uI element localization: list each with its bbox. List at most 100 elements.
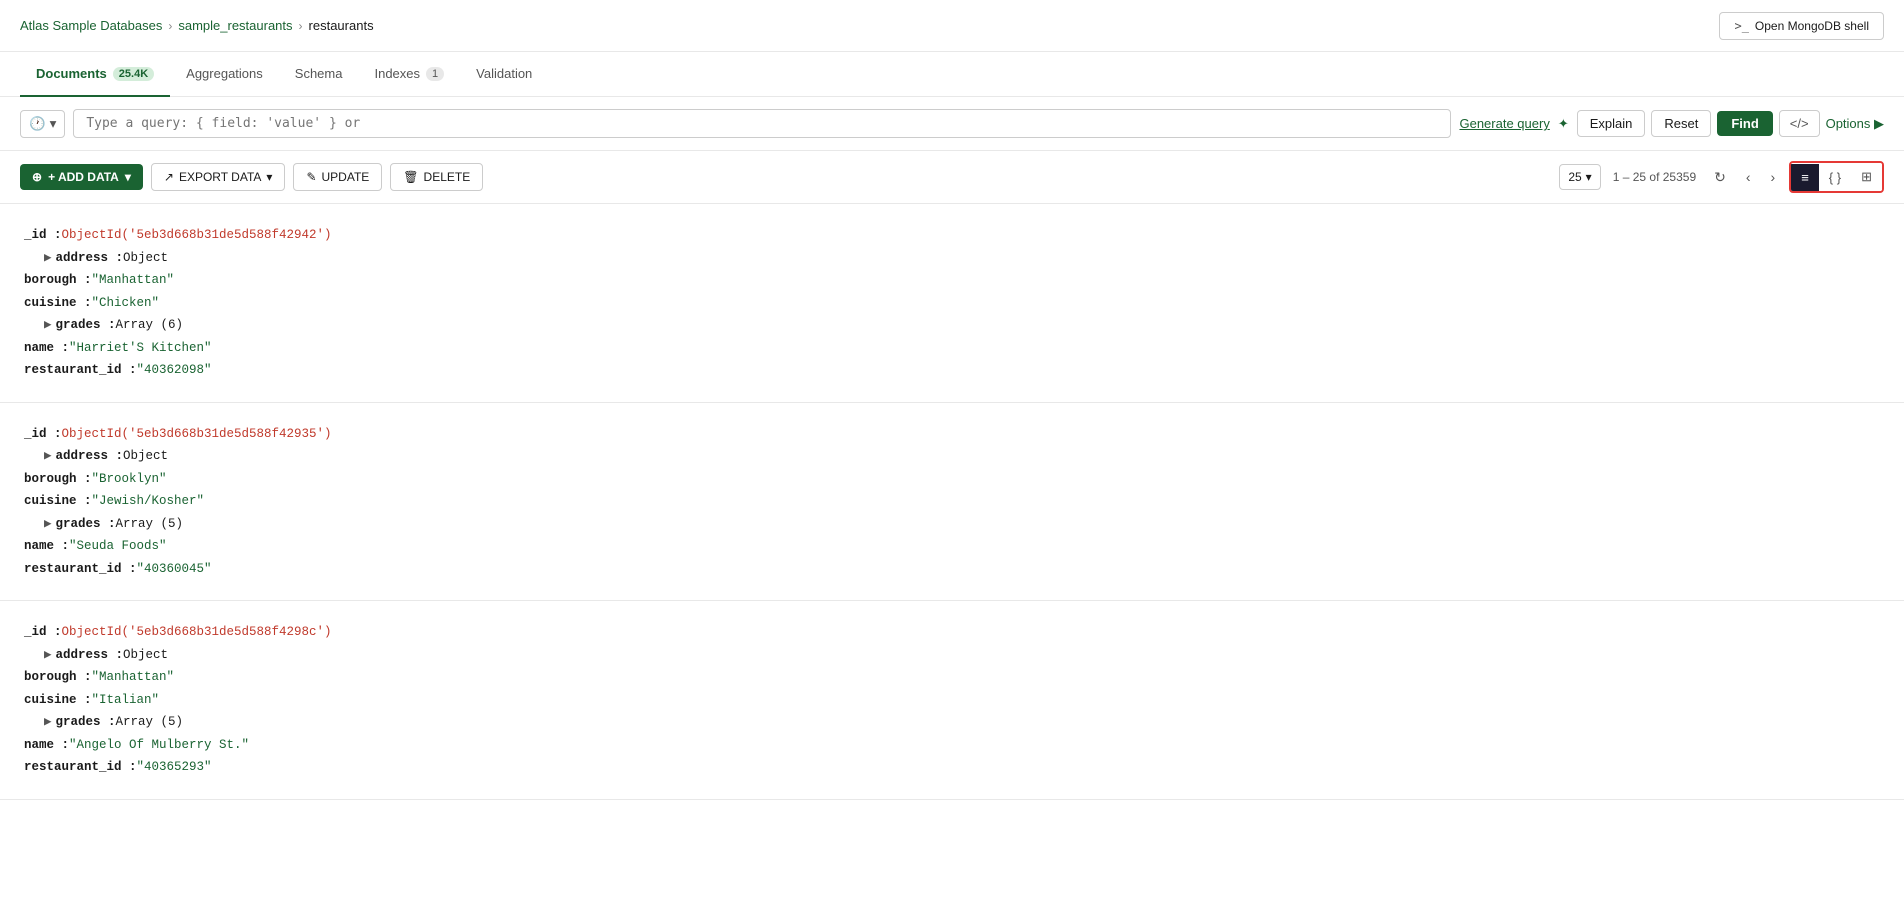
field-name-line: name : "Harriet'S Kitchen" xyxy=(24,337,1880,360)
field-address-key: address : xyxy=(56,644,124,667)
field-name-key: name : xyxy=(24,734,69,757)
tab-schema-label: Schema xyxy=(295,66,343,81)
explain-button[interactable]: Explain xyxy=(1577,110,1646,137)
tab-documents[interactable]: Documents 25.4K xyxy=(20,52,170,97)
json-view-button[interactable]: { } xyxy=(1819,164,1851,191)
toolbar: ⊕ + ADD DATA ▾ ↗ EXPORT DATA ▾ ✎ UPDATE … xyxy=(0,151,1904,204)
breadcrumb-sample-restaurants[interactable]: sample_restaurants xyxy=(178,18,292,33)
add-data-button[interactable]: ⊕ + ADD DATA ▾ xyxy=(20,164,143,190)
field-borough-value: "Manhattan" xyxy=(92,666,175,689)
field-name-line: name : "Angelo Of Mulberry St." xyxy=(24,734,1880,757)
field-id-value: ObjectId('5eb3d668b31de5d588f42935') xyxy=(62,423,332,446)
tab-aggregations[interactable]: Aggregations xyxy=(170,52,279,97)
field-address-line: ▶ address : Object xyxy=(24,644,1880,667)
field-cuisine-value: "Jewish/Kosher" xyxy=(92,490,205,513)
field-restaurantid-value: "40360045" xyxy=(137,558,212,581)
field-address-value: Object xyxy=(123,445,168,468)
field-name-key: name : xyxy=(24,337,69,360)
field-cuisine-line: cuisine : "Jewish/Kosher" xyxy=(24,490,1880,513)
query-bar: 🕐 ▾ Generate query ✦ Explain Reset Find … xyxy=(0,97,1904,151)
export-data-button[interactable]: ↗ EXPORT DATA ▾ xyxy=(151,163,286,191)
sparkle-icon: ✦ xyxy=(1558,116,1569,132)
export-dropdown-icon: ▾ xyxy=(266,170,272,184)
field-id-line: _id : ObjectId('5eb3d668b31de5d588f42935… xyxy=(24,423,1880,446)
delete-label: DELETE xyxy=(424,170,471,184)
pagination-info: 1 – 25 of 25359 xyxy=(1613,170,1696,184)
expand-address-icon[interactable]: ▶ xyxy=(44,247,52,270)
next-page-button[interactable]: › xyxy=(1765,165,1782,189)
field-restaurantid-key: restaurant_id : xyxy=(24,359,137,382)
field-grades-line: ▶ grades : Array (5) xyxy=(24,513,1880,536)
breadcrumb-atlas[interactable]: Atlas Sample Databases xyxy=(20,18,162,33)
field-address-key: address : xyxy=(56,445,124,468)
delete-button[interactable]: 🗑 DELETE xyxy=(390,163,483,191)
per-page-select[interactable]: 25 ▾ xyxy=(1559,164,1600,190)
prev-page-button[interactable]: ‹ xyxy=(1740,165,1757,189)
breadcrumb-restaurants: restaurants xyxy=(309,18,374,33)
field-id-key: _id : xyxy=(24,621,62,644)
trash-icon: 🗑 xyxy=(403,170,418,184)
tab-indexes[interactable]: Indexes 1 xyxy=(358,52,460,97)
field-borough-key: borough : xyxy=(24,269,92,292)
reset-button[interactable]: Reset xyxy=(1651,110,1711,137)
per-page-value: 25 xyxy=(1568,170,1581,184)
code-toggle-button[interactable]: </> xyxy=(1779,110,1820,137)
field-borough-value: "Brooklyn" xyxy=(92,468,167,491)
field-name-key: name : xyxy=(24,535,69,558)
export-data-label: EXPORT DATA xyxy=(179,170,261,184)
field-id-line: _id : ObjectId('5eb3d668b31de5d588f4298c… xyxy=(24,621,1880,644)
document-card: _id : ObjectId('5eb3d668b31de5d588f42935… xyxy=(0,403,1904,602)
tab-schema[interactable]: Schema xyxy=(279,52,359,97)
field-address-line: ▶ address : Object xyxy=(24,445,1880,468)
field-borough-key: borough : xyxy=(24,468,92,491)
per-page-dropdown-icon: ▾ xyxy=(1586,170,1592,184)
generate-query-link[interactable]: Generate query xyxy=(1459,116,1549,131)
options-button[interactable]: Options ▶ xyxy=(1826,116,1884,132)
document-card: _id : ObjectId('5eb3d668b31de5d588f4298c… xyxy=(0,601,1904,800)
open-shell-label: Open MongoDB shell xyxy=(1755,19,1869,33)
field-cuisine-key: cuisine : xyxy=(24,689,92,712)
expand-grades-icon[interactable]: ▶ xyxy=(44,314,52,337)
field-address-value: Object xyxy=(123,644,168,667)
field-grades-key: grades : xyxy=(56,314,116,337)
field-name-value: "Seuda Foods" xyxy=(69,535,167,558)
document-fields: _id : ObjectId('5eb3d668b31de5d588f42935… xyxy=(24,423,1880,581)
field-grades-line: ▶ grades : Array (6) xyxy=(24,314,1880,337)
tab-validation-label: Validation xyxy=(476,66,532,81)
refresh-button[interactable]: ↻ xyxy=(1708,165,1732,190)
tab-indexes-badge: 1 xyxy=(426,67,444,81)
field-restaurantid-line: restaurant_id : "40362098" xyxy=(24,359,1880,382)
expand-address-icon[interactable]: ▶ xyxy=(44,445,52,468)
dropdown-arrow-icon: ▾ xyxy=(50,116,57,132)
tab-aggregations-label: Aggregations xyxy=(186,66,263,81)
add-data-dropdown-icon: ▾ xyxy=(125,170,131,184)
expand-grades-icon[interactable]: ▶ xyxy=(44,513,52,536)
document-fields: _id : ObjectId('5eb3d668b31de5d588f4298c… xyxy=(24,621,1880,779)
field-address-value: Object xyxy=(123,247,168,270)
field-restaurantid-value: "40362098" xyxy=(137,359,212,382)
field-borough-line: borough : "Manhattan" xyxy=(24,269,1880,292)
breadcrumb-sep-2: › xyxy=(299,19,303,33)
tab-documents-label: Documents xyxy=(36,66,107,81)
list-view-button[interactable]: ≡ xyxy=(1791,164,1819,191)
table-view-button[interactable]: ⊞ xyxy=(1851,163,1882,191)
field-id-value: ObjectId('5eb3d668b31de5d588f4298c') xyxy=(62,621,332,644)
query-time-button[interactable]: 🕐 ▾ xyxy=(20,110,65,138)
toolbar-left: ⊕ + ADD DATA ▾ ↗ EXPORT DATA ▾ ✎ UPDATE … xyxy=(20,163,483,191)
field-cuisine-line: cuisine : "Chicken" xyxy=(24,292,1880,315)
tab-validation[interactable]: Validation xyxy=(460,52,548,97)
field-grades-value: Array (5) xyxy=(116,711,184,734)
expand-grades-icon[interactable]: ▶ xyxy=(44,711,52,734)
field-grades-value: Array (5) xyxy=(116,513,184,536)
field-restaurantid-key: restaurant_id : xyxy=(24,756,137,779)
field-borough-key: borough : xyxy=(24,666,92,689)
expand-address-icon[interactable]: ▶ xyxy=(44,644,52,667)
tab-indexes-label: Indexes xyxy=(374,66,420,81)
field-name-value: "Angelo Of Mulberry St." xyxy=(69,734,249,757)
field-grades-key: grades : xyxy=(56,513,116,536)
update-button[interactable]: ✎ UPDATE xyxy=(293,163,382,191)
query-input[interactable] xyxy=(73,109,1451,138)
find-button[interactable]: Find xyxy=(1717,111,1772,136)
open-mongodb-shell-button[interactable]: >_ Open MongoDB shell xyxy=(1719,12,1884,40)
field-id-key: _id : xyxy=(24,224,62,247)
